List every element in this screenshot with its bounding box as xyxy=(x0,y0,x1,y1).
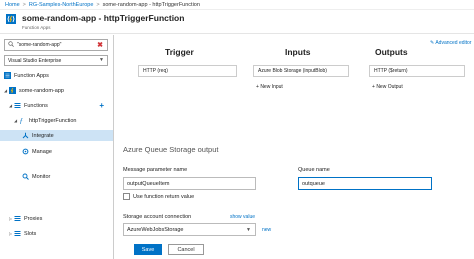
output-binding[interactable]: HTTP ($return) xyxy=(369,65,465,77)
sidebar-item-app[interactable]: ◢ some-random-app xyxy=(4,85,112,96)
sidebar-item-integrate[interactable]: Integrate xyxy=(0,130,113,141)
svg-text:ƒ: ƒ xyxy=(20,117,24,124)
storage-connection-value: AzureWebJobsStorage xyxy=(127,226,184,233)
sidebar-item-slots[interactable]: ▷ Slots xyxy=(9,228,112,239)
functions-list-icon xyxy=(14,102,21,109)
search-value: "some-random-app" xyxy=(17,42,62,48)
storage-connection-label: Storage account connection xyxy=(123,214,192,220)
trigger-heading: Trigger xyxy=(165,47,194,57)
chevron-down-icon: ▼ xyxy=(246,226,251,233)
inputs-heading: Inputs xyxy=(285,47,311,57)
show-value-link[interactable]: show value xyxy=(230,214,255,220)
sidebar-item-function-apps[interactable]: Function Apps xyxy=(4,70,112,81)
gear-icon xyxy=(22,148,29,155)
queue-name-label: Queue name xyxy=(298,167,330,173)
function-app-icon xyxy=(9,87,16,94)
sidebar-item-manage[interactable]: Manage xyxy=(22,146,112,157)
new-output-label: New Output xyxy=(376,84,403,90)
sidebar-item-label: Monitor xyxy=(32,173,51,180)
subscription-select[interactable]: Visual Studio Enterprise ▼ xyxy=(4,55,108,66)
section-title: Azure Queue Storage output xyxy=(123,145,219,154)
use-return-value-checkbox[interactable] xyxy=(123,193,130,200)
sidebar-item-label: Functions xyxy=(24,102,48,109)
sidebar-item-proxies[interactable]: ▷ Proxies xyxy=(9,213,112,224)
breadcrumb-separator: > xyxy=(22,1,26,8)
message-parameter-input[interactable]: outputQueueItem xyxy=(123,177,256,190)
advanced-editor-label: Advanced editor xyxy=(435,40,472,46)
cancel-button[interactable]: Cancel xyxy=(168,244,204,255)
sidebar-item-functions[interactable]: ◢ Functions + xyxy=(4,100,112,111)
sidebar-item-monitor[interactable]: Monitor xyxy=(22,171,112,182)
add-function-icon[interactable]: + xyxy=(99,101,104,110)
advanced-editor-link[interactable]: ✎ Advanced editor xyxy=(430,40,471,46)
page-title: some-random-app - httpTriggerFunction xyxy=(22,13,185,23)
search-input[interactable]: "some-random-app" ✖ xyxy=(4,39,108,51)
sidebar-item-label: Proxies xyxy=(24,215,43,222)
sidebar-item-label: Integrate xyxy=(32,132,54,139)
new-output-button[interactable]: + New Output xyxy=(372,84,403,90)
proxies-icon xyxy=(14,215,21,222)
breadcrumb-current: some-random-app - httpTriggerFunction xyxy=(102,1,200,8)
trigger-binding[interactable]: HTTP (req) xyxy=(138,65,237,77)
integrate-icon xyxy=(22,132,29,139)
breadcrumb-separator: > xyxy=(96,1,100,8)
edit-icon: ✎ xyxy=(430,40,435,46)
storage-connection-select[interactable]: AzureWebJobsStorage ▼ xyxy=(123,223,256,236)
blade-header: some-random-app - httpTriggerFunction Fu… xyxy=(0,10,474,34)
input-binding[interactable]: Azure Blob Storage (inputBlob) xyxy=(253,65,349,77)
search-icon xyxy=(8,41,14,49)
sidebar-item-label: Function Apps xyxy=(14,72,49,79)
page-subtitle: Function Apps xyxy=(22,25,51,30)
new-input-label: New Input xyxy=(260,84,283,90)
new-input-button[interactable]: + New Input xyxy=(256,84,283,90)
subscription-value: Visual Studio Enterprise xyxy=(8,57,62,64)
sidebar-item-label: httpTriggerFunction xyxy=(29,117,77,124)
sidebar-item-httptriggerfunction[interactable]: ◢ ƒ httpTriggerFunction xyxy=(4,115,112,126)
clear-search-icon[interactable]: ✖ xyxy=(97,41,103,49)
message-parameter-label: Message parameter name xyxy=(123,167,188,173)
new-connection-link[interactable]: new xyxy=(262,227,271,233)
breadcrumb-resource-group[interactable]: RG-Samples-NorthEurope xyxy=(29,2,94,8)
sidebar-item-label: Manage xyxy=(32,148,52,155)
sidebar: "some-random-app" ✖ Visual Studio Enterp… xyxy=(0,35,114,259)
outputs-heading: Outputs xyxy=(375,47,408,57)
monitor-search-icon xyxy=(22,173,29,180)
function-icon: ƒ xyxy=(19,117,26,125)
chevron-down-icon: ▼ xyxy=(99,57,104,63)
queue-name-input[interactable]: outqueue xyxy=(298,177,432,190)
sidebar-item-label: some-random-app xyxy=(19,87,64,94)
breadcrumb: Home > RG-Samples-NorthEurope > some-ran… xyxy=(0,0,474,10)
breadcrumb-home[interactable]: Home xyxy=(5,2,20,8)
save-button[interactable]: Save xyxy=(134,244,162,255)
sidebar-item-label: Slots xyxy=(24,230,37,237)
use-return-value-label: Use function return value xyxy=(133,194,195,200)
function-app-icon xyxy=(6,14,16,24)
slots-icon xyxy=(14,230,21,237)
list-icon xyxy=(4,72,11,79)
